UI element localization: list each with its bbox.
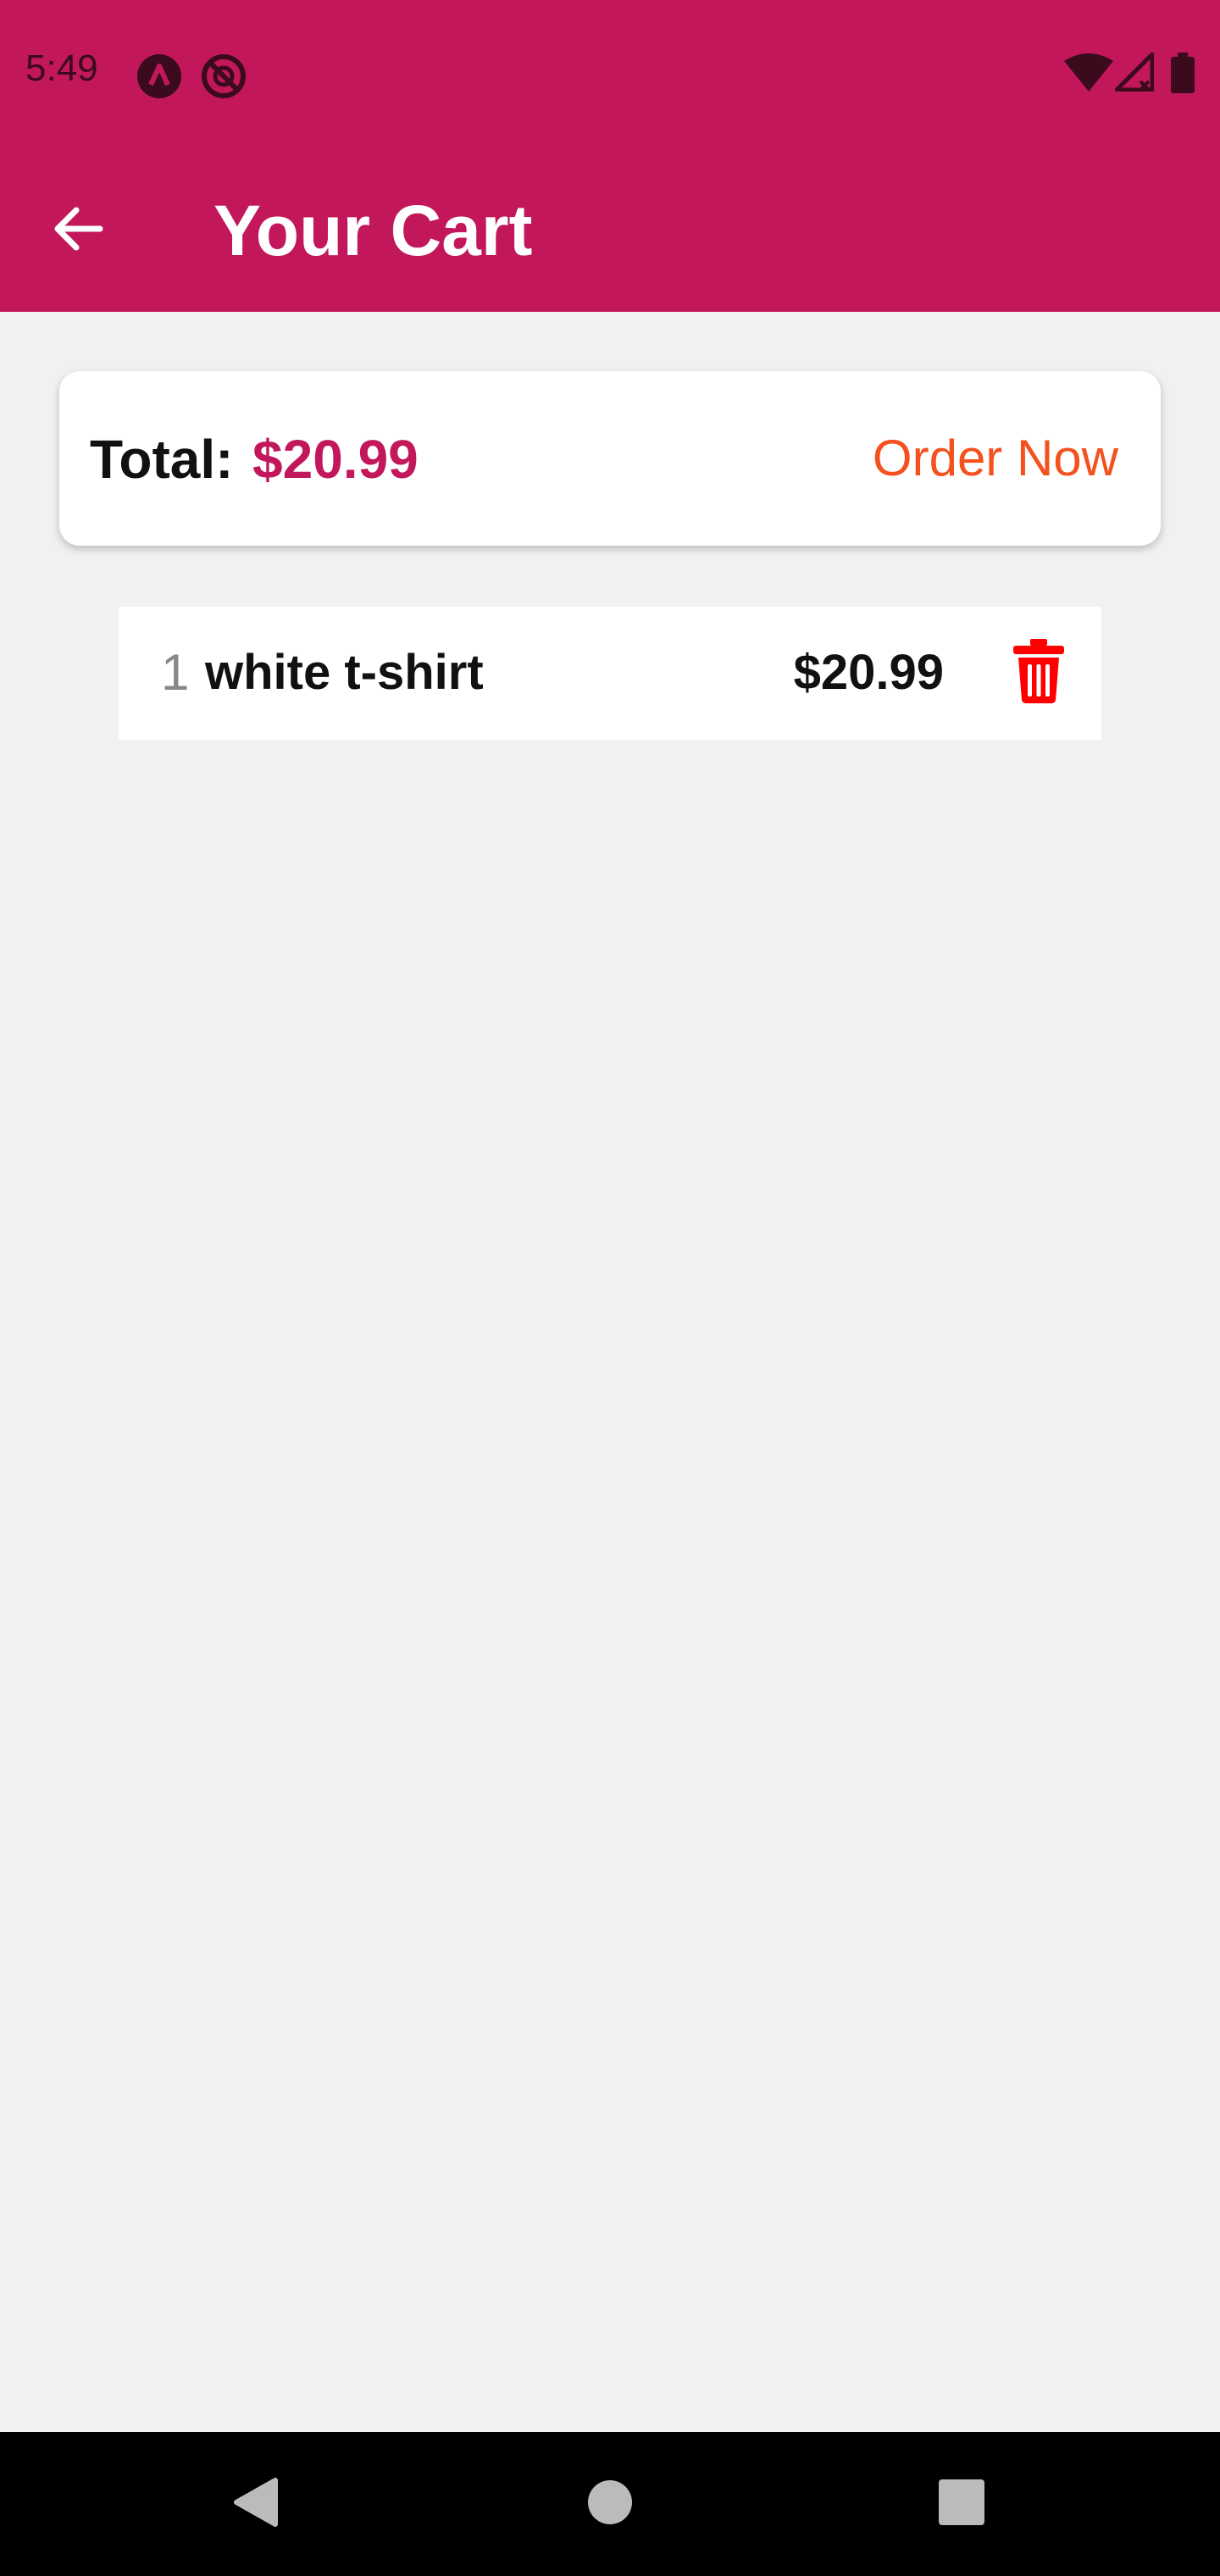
item-price: $20.99 [793, 645, 944, 700]
app-notification-icon [136, 53, 183, 104]
status-bar: 5:49 [0, 0, 1220, 144]
nav-back-button[interactable] [217, 2466, 293, 2542]
item-quantity: 1 [161, 644, 190, 701]
system-nav-bar [0, 2432, 1220, 2576]
arrow-left-icon [51, 202, 105, 260]
item-title: white t-shirt [205, 645, 484, 700]
nav-home-button[interactable] [572, 2466, 648, 2542]
total-amount: $20.99 [252, 429, 419, 490]
cart-summary-card: Total: $20.99 Order Now [59, 371, 1161, 546]
app-bar: Your Cart [0, 144, 1220, 312]
cell-signal-icon [1114, 52, 1155, 96]
cart-item: 1 white t-shirt $20.99 [119, 607, 1101, 740]
delete-item-button[interactable] [1005, 638, 1073, 708]
page-title: Your Cart [214, 191, 533, 270]
battery-icon [1171, 53, 1195, 97]
wifi-icon [1064, 53, 1113, 96]
nav-recents-button[interactable] [923, 2466, 1000, 2542]
home-circle-icon [587, 2479, 633, 2529]
order-now-button[interactable]: Order Now [873, 424, 1118, 493]
back-triangle-icon [231, 2477, 279, 2532]
recents-square-icon [939, 2479, 984, 2529]
back-button[interactable] [36, 188, 120, 273]
status-time: 5:49 [25, 47, 98, 89]
total-label: Total: [90, 429, 234, 490]
blocked-notification-icon [200, 53, 247, 104]
trash-icon [1012, 638, 1066, 708]
